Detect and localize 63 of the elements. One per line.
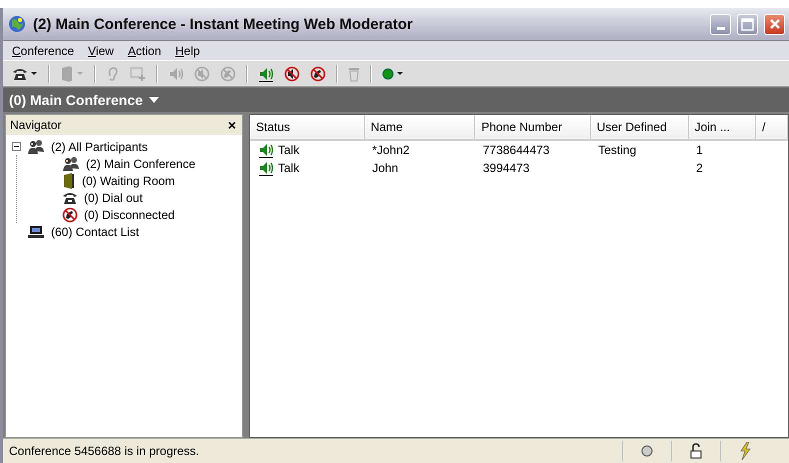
dropdown-arrow-icon xyxy=(148,97,159,103)
status-dot-icon xyxy=(382,68,394,80)
door-icon xyxy=(60,66,74,82)
ear-icon xyxy=(106,66,120,82)
speaker-icon xyxy=(258,142,274,158)
hang-up-icon xyxy=(62,206,78,222)
muted-speaker-icon xyxy=(284,66,300,82)
panel-title: Navigator xyxy=(10,118,62,132)
caret-icon xyxy=(76,71,84,76)
tree-item[interactable]: (2) All Participants xyxy=(51,140,148,154)
menu-item[interactable]: Action xyxy=(122,42,166,58)
circle-icon xyxy=(641,445,653,457)
caret-icon xyxy=(30,71,38,76)
window-title: (2) Main Conference - Instant Meeting Web Moderator xyxy=(33,16,414,32)
column-header[interactable]: Status xyxy=(250,115,364,140)
close-button[interactable]: × xyxy=(226,117,238,133)
tree-item[interactable]: (0) Waiting Room xyxy=(82,174,175,188)
maximize-button[interactable] xyxy=(737,14,758,34)
unlocked-padlock-icon xyxy=(690,443,702,459)
trash-icon xyxy=(348,66,360,82)
door-icon xyxy=(62,172,76,188)
people-icon xyxy=(62,156,80,172)
column-header[interactable]: Phone Number xyxy=(474,115,590,140)
muted-speaker-icon xyxy=(194,66,210,82)
conference-selector[interactable]: (0) Main Conference xyxy=(9,92,159,108)
tree-item[interactable]: (2) Main Conference xyxy=(86,156,196,170)
status-text: Talk xyxy=(278,161,300,175)
column-header[interactable]: Name xyxy=(364,115,475,140)
column-header[interactable]: Join ... xyxy=(688,115,756,140)
tree-item[interactable]: (60) Contact List xyxy=(51,224,140,238)
maximize-icon xyxy=(741,18,754,30)
menu-item[interactable]: Help xyxy=(170,42,205,58)
table-cell: 1 xyxy=(688,140,756,159)
speaker-icon xyxy=(258,160,274,176)
window-plus-icon xyxy=(130,66,146,82)
collapse-toggle[interactable] xyxy=(12,142,21,151)
minimize-button[interactable] xyxy=(710,14,731,34)
tree-item[interactable]: (0) Dial out xyxy=(84,190,143,204)
column-header[interactable]: User Defined xyxy=(590,115,688,140)
tree-item[interactable]: (0) Disconnected xyxy=(84,208,175,222)
speaker-icon xyxy=(168,66,184,82)
table-cell-text: 2 xyxy=(695,160,704,177)
table-cell: Testing xyxy=(590,140,688,159)
people-icon xyxy=(27,138,45,154)
menu-item[interactable]: Conference xyxy=(7,42,80,58)
close-icon xyxy=(768,18,780,30)
table-cell-text: John xyxy=(371,160,400,177)
computer-icon xyxy=(27,224,45,238)
table-cell: 7738644473 xyxy=(474,140,590,159)
close-button[interactable] xyxy=(764,14,785,34)
column-header[interactable]: / xyxy=(756,115,788,140)
caret-icon xyxy=(396,71,404,76)
status-message: Conference 5456688 is in progress. xyxy=(8,444,200,458)
status-text: Talk xyxy=(278,143,300,157)
speaker-icon xyxy=(258,66,274,82)
globe-icon xyxy=(7,14,27,34)
hang-up-icon xyxy=(220,66,236,82)
menu-item[interactable]: View xyxy=(83,42,119,58)
table-cell: *John2 xyxy=(364,140,475,159)
table-cell-text: 3994473 xyxy=(482,160,531,177)
lightning-icon xyxy=(739,442,751,460)
minimize-icon xyxy=(716,26,724,30)
hang-up-icon xyxy=(310,66,326,82)
